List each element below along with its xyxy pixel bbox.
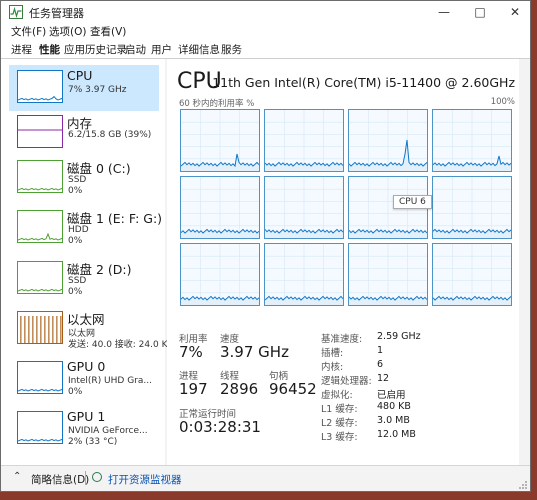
spec-label: L1 缓存: bbox=[321, 404, 358, 415]
task-manager-app-icon bbox=[9, 5, 23, 19]
minimize-button[interactable]: — bbox=[427, 1, 461, 23]
logical-processor-graph[interactable] bbox=[180, 176, 260, 239]
sidebar-item-usage: 0% bbox=[68, 387, 83, 397]
logical-processor-graph[interactable] bbox=[432, 109, 512, 172]
sidebar-item-detail: SSD bbox=[68, 175, 87, 185]
tab-details[interactable]: 详细信息 bbox=[178, 42, 220, 57]
tab-bar: 进程 性能 应用历史记录 启动 用户 详细信息 服务 bbox=[1, 40, 530, 59]
fewer-details-button[interactable]: 简略信息(D) bbox=[31, 472, 89, 487]
tab-services[interactable]: 服务 bbox=[221, 42, 242, 57]
spec-label: 插槽: bbox=[321, 348, 344, 359]
sidebar-item-detail: 7% 3.97 GHz bbox=[68, 85, 127, 95]
sidebar-item-detail: NVIDIA GeForce... bbox=[68, 426, 148, 436]
logical-processor-graph[interactable] bbox=[432, 243, 512, 306]
spec-value: 6 bbox=[377, 359, 384, 370]
footer-divider bbox=[85, 471, 86, 485]
sidebar-item-memory[interactable]: 内存 6.2/15.8 GB (39%) bbox=[9, 110, 159, 156]
cpu-model-name: 11th Gen Intel(R) Core(TM) i5-11400 @ 2.… bbox=[212, 75, 515, 90]
threads-value: 2896 bbox=[220, 380, 259, 398]
logical-processor-graph[interactable] bbox=[264, 243, 344, 306]
sidebar-item-gpu-0[interactable]: GPU 0 Intel(R) UHD Gra... 0% bbox=[9, 356, 159, 402]
spec-label: 内核: bbox=[321, 362, 344, 373]
sidebar-item-disk-0[interactable]: 磁盘 0 (C:) SSD 0% bbox=[9, 155, 159, 201]
memory-mini-graph bbox=[17, 115, 63, 148]
sidebar-item-usage: 2% (33 °C) bbox=[68, 437, 118, 447]
sidebar-item-detail: SSD bbox=[68, 276, 87, 286]
sidebar-item-disk-1[interactable]: 磁盘 1 (E: F: G:) HDD 0% bbox=[9, 205, 162, 251]
sidebar-item-usage: 0% bbox=[68, 287, 83, 297]
sidebar-item-usage: 0% bbox=[68, 186, 83, 196]
sidebar-item-detail: Intel(R) UHD Gra... bbox=[68, 376, 152, 386]
logical-processor-graph[interactable] bbox=[432, 176, 512, 239]
spec-label: 逻辑处理器: bbox=[321, 376, 372, 387]
resource-sidebar: CPU 7% 3.97 GHz 内存 6.2/15.8 GB (39%) 磁盘 … bbox=[1, 59, 168, 465]
window-title: 任务管理器 bbox=[29, 7, 84, 20]
utilization-value: 7% bbox=[179, 343, 203, 361]
spec-label: L2 缓存: bbox=[321, 418, 358, 429]
open-resource-monitor-link[interactable]: 打开资源监视器 bbox=[108, 472, 182, 487]
uptime-value: 0:03:28:31 bbox=[179, 418, 261, 436]
graph-caption: 60 秒内的利用率 % bbox=[179, 99, 255, 109]
tab-performance[interactable]: 性能 bbox=[39, 42, 60, 57]
footer-bar: ⌃ 简略信息(D) 打开资源监视器 bbox=[1, 465, 530, 491]
menu-options[interactable]: 选项(O) bbox=[49, 24, 86, 39]
spec-label: 基准速度: bbox=[321, 334, 363, 345]
spec-value: 2.59 GHz bbox=[377, 331, 421, 342]
sidebar-item-label: CPU bbox=[67, 68, 93, 83]
sidebar-item-label: GPU 1 bbox=[67, 409, 106, 424]
cpu-mini-graph bbox=[17, 70, 63, 103]
spec-value: 3.0 MB bbox=[377, 415, 410, 426]
sidebar-item-throughput: 发送: 40.0 接收: 24.0 K bbox=[68, 340, 168, 350]
title-bar: 任务管理器 — □ ✕ bbox=[1, 1, 530, 23]
logical-processor-graph[interactable] bbox=[264, 109, 344, 172]
tab-processes[interactable]: 进程 bbox=[11, 42, 32, 57]
sidebar-item-gpu-1[interactable]: GPU 1 NVIDIA GeForce... 2% (33 °C) bbox=[9, 406, 159, 452]
tab-users[interactable]: 用户 bbox=[151, 42, 172, 57]
resource-monitor-icon bbox=[92, 472, 102, 482]
logical-processor-graph[interactable] bbox=[348, 109, 428, 172]
handles-value: 96452 bbox=[269, 380, 317, 398]
ethernet-mini-graph bbox=[17, 311, 63, 344]
sidebar-item-disk-2[interactable]: 磁盘 2 (D:) SSD 0% bbox=[9, 256, 159, 302]
logical-processor-graph[interactable] bbox=[180, 109, 260, 172]
task-manager-window: 任务管理器 — □ ✕ 文件(F) 选项(O) 查看(V) 进程 性能 应用历史… bbox=[0, 0, 531, 492]
spec-value: 已启用 bbox=[377, 390, 406, 401]
spec-value: 12.0 MB bbox=[377, 429, 416, 440]
sidebar-item-ethernet[interactable]: 以太网 以太网 发送: 40.0 接收: 24.0 K bbox=[9, 306, 168, 352]
disk-0-mini-graph bbox=[17, 160, 63, 193]
close-button[interactable]: ✕ bbox=[498, 1, 530, 23]
cpu-detail-panel: CPU 11th Gen Intel(R) Core(TM) i5-11400 … bbox=[167, 59, 519, 465]
chevron-up-icon[interactable]: ⌃ bbox=[13, 471, 21, 482]
spec-label: L3 缓存: bbox=[321, 432, 358, 443]
maximize-button[interactable]: □ bbox=[463, 1, 497, 23]
tab-startup[interactable]: 启动 bbox=[125, 42, 146, 57]
gpu-1-mini-graph bbox=[17, 411, 63, 444]
spec-value: 480 KB bbox=[377, 401, 411, 412]
logical-processor-graph[interactable] bbox=[348, 243, 428, 306]
spec-label: 虚拟化: bbox=[321, 390, 353, 401]
spec-value: 12 bbox=[377, 373, 390, 384]
gpu-0-mini-graph bbox=[17, 361, 63, 394]
logical-processor-graph[interactable] bbox=[264, 176, 344, 239]
sidebar-item-cpu[interactable]: CPU 7% 3.97 GHz bbox=[9, 65, 159, 111]
sidebar-item-detail: HDD bbox=[68, 225, 89, 235]
core-tooltip: CPU 6 bbox=[393, 195, 432, 209]
menu-bar: 文件(F) 选项(O) 查看(V) bbox=[1, 23, 530, 40]
spec-value: 1 bbox=[377, 345, 384, 356]
resize-grip-icon[interactable] bbox=[518, 480, 528, 490]
logical-processor-graph[interactable] bbox=[180, 243, 260, 306]
speed-value: 3.97 GHz bbox=[220, 343, 289, 361]
logical-processor-graphs[interactable] bbox=[180, 109, 515, 309]
menu-file[interactable]: 文件(F) bbox=[11, 24, 46, 39]
disk-1-mini-graph bbox=[17, 210, 63, 243]
tab-app-history[interactable]: 应用历史记录 bbox=[64, 42, 127, 57]
sidebar-item-label: GPU 0 bbox=[67, 359, 106, 374]
sidebar-item-usage: 0% bbox=[68, 236, 83, 246]
menu-view[interactable]: 查看(V) bbox=[90, 24, 126, 39]
graph-max-label: 100% bbox=[490, 97, 515, 107]
disk-2-mini-graph bbox=[17, 261, 63, 294]
processes-value: 197 bbox=[179, 380, 208, 398]
sidebar-item-detail: 6.2/15.8 GB (39%) bbox=[68, 130, 152, 140]
